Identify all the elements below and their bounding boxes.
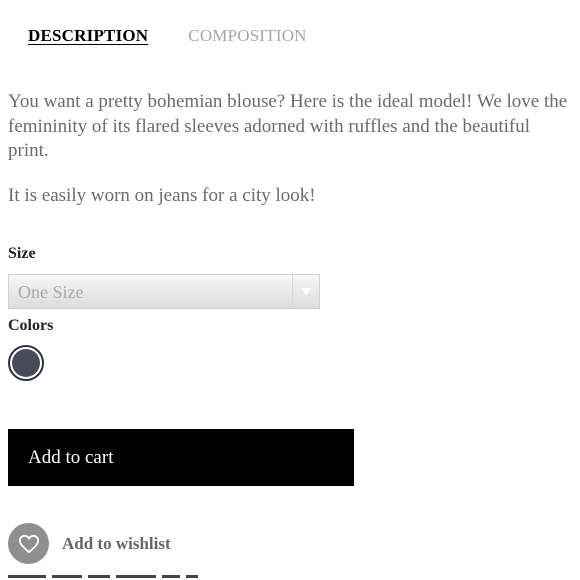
add-to-cart-button[interactable]: Add to cart bbox=[8, 429, 354, 486]
wishlist-label: Add to wishlist bbox=[62, 533, 171, 553]
color-swatch[interactable] bbox=[8, 345, 44, 381]
cropped-text-line bbox=[8, 574, 208, 580]
product-description: You want a pretty bohemian blouse? Here … bbox=[8, 90, 574, 228]
size-select[interactable]: One Size bbox=[8, 274, 320, 309]
tab-composition[interactable]: COMPOSITION bbox=[188, 26, 306, 46]
size-selected-value: One Size bbox=[18, 282, 84, 302]
colors-label: Colors bbox=[8, 317, 54, 334]
color-swatch-fill bbox=[12, 349, 40, 377]
tab-description[interactable]: DESCRIPTION bbox=[28, 26, 148, 46]
size-label: Size bbox=[8, 245, 36, 262]
heart-icon bbox=[8, 523, 49, 564]
description-paragraph: You want a pretty bohemian blouse? Here … bbox=[8, 91, 568, 161]
add-to-wishlist[interactable]: Add to wishlist bbox=[8, 523, 171, 564]
chevron-down-icon bbox=[292, 275, 319, 308]
product-tabs: DESCRIPTION COMPOSITION bbox=[28, 26, 307, 46]
description-paragraph: It is easily worn on jeans for a city lo… bbox=[8, 184, 316, 206]
